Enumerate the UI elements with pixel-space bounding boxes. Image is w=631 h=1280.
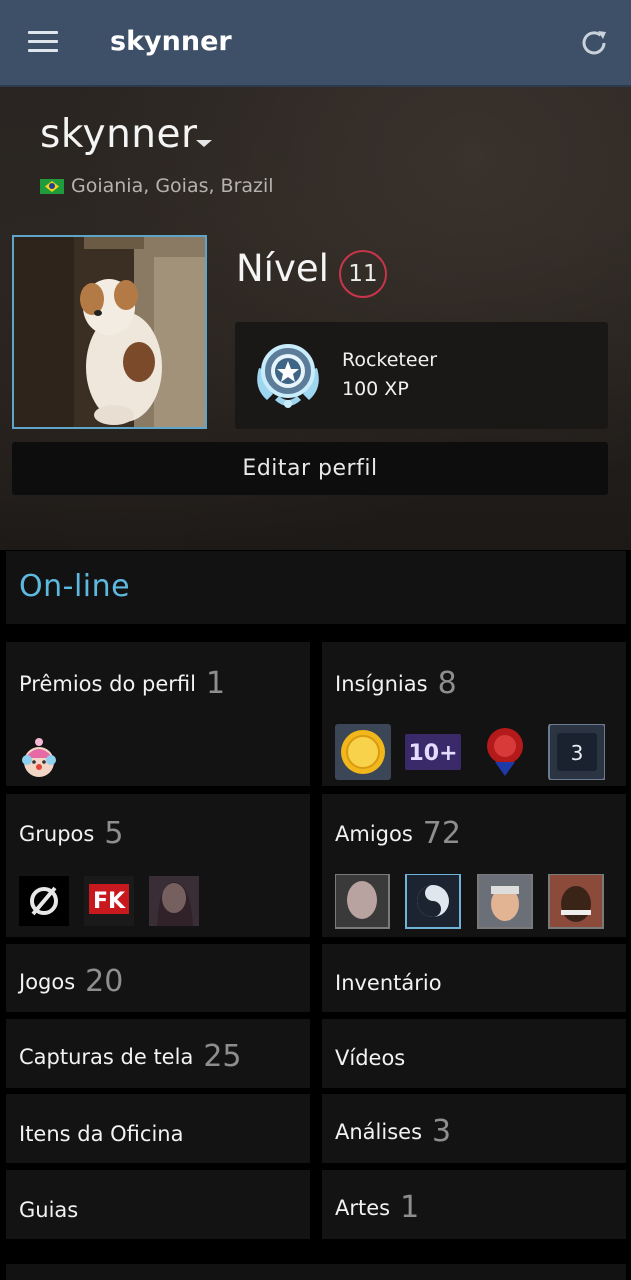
tile-label: Itens da Oficina	[19, 1122, 184, 1146]
tile-count: 72	[422, 816, 461, 851]
caret-down-icon[interactable]	[196, 140, 212, 147]
tile-label: Amigos	[335, 822, 413, 846]
tile-badges[interactable]: Insígnias 8 10+ 3	[322, 642, 626, 786]
featured-badge-name: Rocketeer	[342, 349, 438, 371]
page-title: skynner	[110, 26, 232, 57]
tile-count: 3	[432, 1114, 452, 1149]
tile-label: Artes	[335, 1196, 391, 1220]
featured-badge-card[interactable]: Rocketeer 100 XP	[235, 322, 608, 429]
tile-workshop-items[interactable]: Itens da Oficina	[6, 1094, 310, 1163]
badges-preview-icons: 10+ 3	[335, 724, 605, 780]
tile-label: Prêmios do perfil	[19, 672, 196, 696]
edit-profile-button[interactable]: Editar perfil	[12, 442, 608, 495]
profile-location: Goiania, Goias, Brazil	[71, 175, 274, 197]
tile-label: Grupos	[19, 822, 95, 846]
friends-preview-avatars	[335, 874, 604, 929]
tile-count: 8	[437, 666, 457, 701]
tile-label: Vídeos	[335, 1046, 406, 1070]
tile-reviews[interactable]: Análises 3	[322, 1094, 626, 1163]
tile-guides[interactable]: Guias	[6, 1170, 310, 1239]
featured-badge-xp: 100 XP	[342, 378, 409, 400]
groups-preview-icons: FK	[19, 876, 199, 926]
tile-label: Inventário	[335, 971, 442, 995]
tile-videos[interactable]: Vídeos	[322, 1019, 626, 1088]
clown-award-icon	[22, 738, 56, 777]
badge-level-text: 10+	[408, 741, 457, 766]
tile-groups[interactable]: Grupos 5 FK	[6, 794, 310, 937]
rocketeer-badge-icon	[257, 344, 319, 408]
avatar[interactable]	[12, 235, 207, 429]
level-label: Nível	[236, 247, 329, 290]
tile-artwork[interactable]: Artes 1	[322, 1170, 626, 1239]
level-badge: 11	[339, 250, 387, 298]
hamburger-menu-icon[interactable]	[28, 31, 58, 55]
tile-label: Guias	[19, 1198, 79, 1222]
brazil-flag-icon	[40, 179, 64, 194]
tile-label: Insígnias	[335, 672, 428, 696]
profile-username: skynner	[40, 112, 198, 157]
tile-label: Jogos	[19, 970, 76, 994]
tile-inventory[interactable]: Inventário	[322, 944, 626, 1012]
tile-profile-awards[interactable]: Prêmios do perfil 1	[6, 642, 310, 786]
tile-label: Capturas de tela	[19, 1045, 194, 1069]
tile-games[interactable]: Jogos 20	[6, 944, 310, 1012]
tile-label: Análises	[335, 1120, 423, 1144]
refresh-icon[interactable]	[578, 27, 610, 59]
tile-count: 1	[400, 1190, 420, 1225]
online-status: On-line	[19, 569, 131, 604]
svg-text:FK: FK	[93, 889, 126, 914]
tile-count: 1	[205, 666, 226, 701]
tile-screenshots[interactable]: Capturas de tela 25	[6, 1019, 310, 1088]
top-bar: skynner	[0, 0, 631, 87]
tile-count: 25	[203, 1039, 242, 1074]
status-panel: On-line	[6, 551, 626, 624]
next-section-edge	[6, 1264, 626, 1280]
badge-count-text: 3	[571, 741, 584, 765]
tile-count: 20	[85, 964, 124, 999]
tile-count: 5	[104, 816, 124, 851]
tile-friends[interactable]: Amigos 72	[322, 794, 626, 937]
